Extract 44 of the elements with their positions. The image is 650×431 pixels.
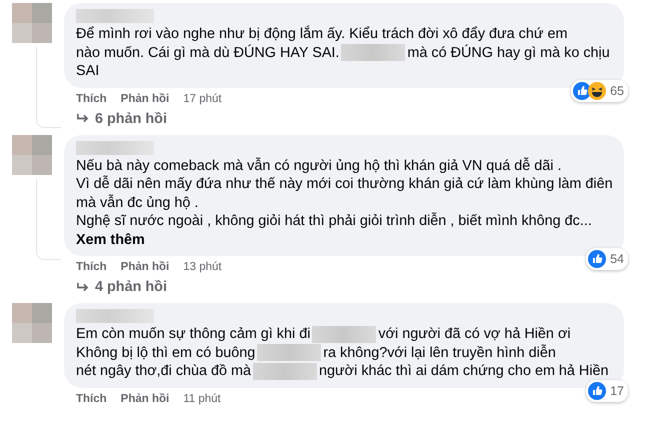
- reply-link[interactable]: Phản hồi: [120, 390, 170, 406]
- blurred-text: [257, 344, 322, 362]
- comment-text: nào muốn. Cái gì mà dù ĐÚNG HAY SAI.: [76, 44, 340, 62]
- comment-text: Vì dễ dãi nên mấy đứa như thế này mới coi thường khán giả cứ làm khùng làm điên: [76, 175, 613, 194]
- comment-text: Em còn muốn sự thông cảm gì khi đi: [76, 325, 310, 344]
- view-replies-link[interactable]: 4 phản hồi: [95, 279, 167, 295]
- reaction-count: 17: [610, 384, 624, 398]
- timestamp: 17 phút: [183, 92, 222, 106]
- view-replies-link[interactable]: 6 phản hồi: [95, 110, 167, 126]
- see-more-link[interactable]: Xem thêm: [76, 230, 145, 249]
- comment-text: Nếu bà này comeback mà vẫn có người ủng hộ thì khán giả VN quá dễ dãi .: [76, 156, 562, 175]
- laughing-face-icon: [588, 82, 606, 100]
- comment-text: SAI: [76, 62, 100, 80]
- blurred-text: [312, 326, 376, 343]
- reply-link[interactable]: Phản hồi: [120, 259, 170, 275]
- blurred-text: [341, 44, 406, 62]
- comment-text: nét ngây thơ,đi chùa đồ mà: [76, 362, 252, 380]
- timestamp: 13 phút: [183, 260, 222, 275]
- thumbs-up-icon: [588, 382, 606, 400]
- blurred-avatar: [12, 303, 52, 343]
- comment-text: Để mình rơi vào nghe như bị động lắm ấy. Kiểu trách đời xô đẩy đưa chứ em: [76, 25, 568, 44]
- comment-text: Nghệ sĩ nước ngoài , không giỏi hát thì phải giỏi trình diễn , biết mình không đc...: [76, 212, 592, 230]
- comment-text: mà có ĐÚNG hay gì mà ko chịu: [407, 44, 610, 62]
- timestamp: 11 phút: [183, 392, 221, 406]
- comment-text: Không bị lộ thì em có buông: [76, 344, 256, 362]
- reply-link[interactable]: Phản hồi: [120, 90, 170, 106]
- comment-text: với người đã có vợ hả Hiền ơi: [378, 325, 571, 344]
- reaction-count: 65: [610, 84, 624, 98]
- like-link[interactable]: Thích: [76, 259, 107, 275]
- comment-text: mà vẫn đc ủng hộ .: [76, 194, 198, 212]
- reaction-badge[interactable]: 65: [571, 80, 628, 102]
- like-link[interactable]: Thích: [76, 90, 107, 106]
- like-link[interactable]: Thích: [76, 390, 107, 406]
- blurred-text: [253, 362, 318, 380]
- reaction-badge[interactable]: 54: [586, 248, 628, 270]
- comment-text: ra không?với lại lên truyền hình diễn: [323, 344, 556, 362]
- reply-arrow-icon: [76, 282, 89, 292]
- reaction-badge[interactable]: 17: [586, 380, 628, 402]
- blurred-avatar: [12, 3, 52, 43]
- reaction-count: 54: [610, 252, 624, 266]
- blurred-avatar: [12, 134, 52, 174]
- thumbs-up-icon: [588, 250, 606, 268]
- reply-arrow-icon: [76, 113, 89, 124]
- comment-text: người khác thì ai dám chứng cho em hả Hiền: [319, 362, 609, 380]
